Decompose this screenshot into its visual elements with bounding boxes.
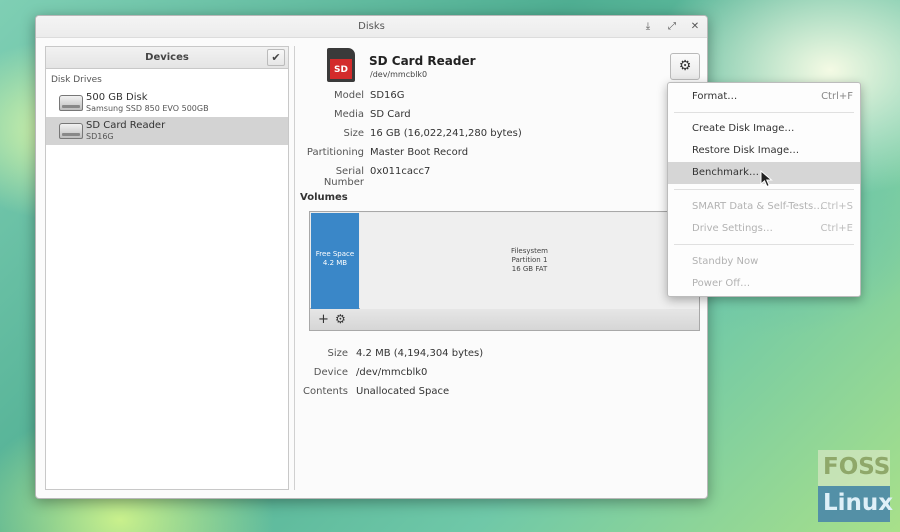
- menu-item-label: Format…: [692, 91, 738, 102]
- check-icon[interactable]: ✔: [267, 49, 285, 66]
- watermark-line2: Linux: [818, 486, 893, 522]
- drive-name: SD Card Reader: [86, 120, 166, 131]
- download-icon[interactable]: ⤓: [640, 16, 656, 38]
- volumes-title: Volumes: [300, 192, 348, 203]
- partition-segment[interactable]: Filesystem Partition 1 16 GB FAT: [360, 213, 699, 309]
- property-value: 4.2 MB (4,194,304 bytes): [356, 348, 484, 359]
- gear-icon: ⚙: [678, 58, 692, 74]
- property-row: Partitioning Master Boot Record: [298, 147, 598, 166]
- partition-size: 16 GB FAT: [511, 265, 548, 273]
- menu-item-smart-data: SMART Data & Self-Tests… Ctrl+S: [668, 196, 860, 218]
- property-label: Size: [327, 348, 348, 359]
- menu-item-restore-disk-image[interactable]: Restore Disk Image…: [668, 140, 860, 162]
- free-space-segment[interactable]: Free Space 4.2 MB: [311, 213, 359, 309]
- maximize-icon[interactable]: ⤢: [664, 16, 680, 38]
- disk-drives-section-label: Disk Drives: [51, 75, 102, 85]
- volume-properties: Size 4.2 MB (4,194,304 bytes) Device /de…: [298, 348, 598, 405]
- property-label: Media: [333, 109, 364, 120]
- drive-subtitle: SD16G: [86, 132, 114, 141]
- disks-window: Disks ⤓ ⤢ ✕ Devices ✔ Disk Drives 500 GB…: [35, 15, 708, 499]
- watermark-line1: FOSS: [818, 450, 890, 486]
- menu-item-standby-now: Standby Now: [668, 251, 860, 273]
- menu-item-label: Drive Settings…: [692, 223, 773, 234]
- property-value: 0x011cacc7: [370, 166, 431, 177]
- property-value: Master Boot Record: [370, 147, 469, 158]
- sd-card-icon: SD: [327, 48, 355, 82]
- property-row: Size 16 GB (16,022,241,280 bytes): [298, 128, 598, 147]
- sd-card-icon-label: SD: [330, 59, 352, 79]
- property-row: Model SD16G: [298, 90, 598, 109]
- menu-separator: [674, 189, 854, 190]
- menu-item-label: SMART Data & Self-Tests…: [692, 201, 824, 212]
- menu-item-label: Benchmark…: [692, 167, 759, 178]
- menu-item-power-off: Power Off…: [668, 273, 860, 295]
- menu-item-label: Power Off…: [692, 278, 751, 289]
- property-value: SD16G: [370, 90, 405, 101]
- menu-separator: [674, 112, 854, 113]
- property-label: Model: [333, 90, 364, 101]
- volumes-toolbar: + ⚙: [309, 309, 700, 331]
- property-row: Media SD Card: [298, 109, 598, 128]
- devices-sidebar: Devices ✔ Disk Drives 500 GB Disk Samsun…: [45, 46, 289, 490]
- property-row: Contents Unallocated Space: [298, 386, 598, 405]
- drive-subtitle: Samsung SSD 850 EVO 500GB: [86, 104, 209, 113]
- drive-name: 500 GB Disk: [86, 92, 148, 103]
- partition-type: Filesystem: [510, 247, 549, 255]
- property-value: Unallocated Space: [356, 386, 450, 397]
- disk-properties: Model SD16G Media SD Card Size 16 GB (16…: [298, 90, 598, 188]
- property-label: Contents: [303, 386, 348, 397]
- drive-options-button[interactable]: ⚙: [670, 53, 700, 80]
- mouse-pointer-icon: [760, 170, 773, 188]
- menu-item-drive-settings: Drive Settings… Ctrl+E: [668, 218, 860, 240]
- partition-name: Partition 1: [511, 256, 548, 264]
- property-label: Size: [343, 128, 364, 139]
- property-value: /dev/mmcblk0: [356, 367, 428, 378]
- property-value: SD Card: [370, 109, 411, 120]
- menu-separator: [674, 244, 854, 245]
- menu-item-create-disk-image[interactable]: Create Disk Image…: [668, 118, 860, 140]
- disk-title: SD Card Reader: [369, 54, 476, 68]
- property-row: Size 4.2 MB (4,194,304 bytes): [298, 348, 598, 367]
- fosslinux-watermark-logo: FOSS Linux: [818, 450, 893, 522]
- menu-item-label: Restore Disk Image…: [692, 145, 800, 156]
- devices-header-label: Devices: [145, 52, 189, 63]
- close-icon[interactable]: ✕: [687, 16, 703, 38]
- window-titlebar[interactable]: Disks ⤓ ⤢ ✕: [36, 16, 707, 38]
- menu-item-accelerator: Ctrl+E: [820, 223, 854, 234]
- menu-item-label: Create Disk Image…: [692, 123, 795, 134]
- menu-item-label: Standby Now: [692, 256, 759, 267]
- disk-details-pane: SD SD Card Reader /dev/mmcblk0 ⚙ Model S…: [298, 38, 707, 498]
- menu-item-accelerator: Ctrl+S: [820, 201, 853, 212]
- drive-item-500gb[interactable]: 500 GB Disk Samsung SSD 850 EVO 500GB: [46, 89, 288, 117]
- add-partition-icon[interactable]: +: [318, 311, 329, 328]
- disk-device-path: /dev/mmcblk0: [370, 70, 428, 79]
- free-space-label: Free Space: [315, 250, 355, 258]
- devices-header: Devices ✔: [46, 47, 288, 69]
- free-space-size: 4.2 MB: [322, 259, 348, 267]
- property-label: Serial Number: [323, 166, 364, 188]
- volumes-map: Free Space 4.2 MB Filesystem Partition 1…: [309, 211, 700, 309]
- property-label: Device: [313, 367, 348, 378]
- property-row: Device /dev/mmcblk0: [298, 367, 598, 386]
- drive-item-sd-card-reader[interactable]: SD Card Reader SD16G: [46, 117, 288, 145]
- menu-item-accelerator: Ctrl+F: [821, 91, 853, 102]
- menu-item-format[interactable]: Format… Ctrl+F: [668, 86, 860, 108]
- partition-settings-icon[interactable]: ⚙: [335, 311, 346, 328]
- harddisk-icon: [59, 95, 83, 111]
- harddisk-icon: [59, 123, 83, 139]
- drive-options-menu: Format… Ctrl+F Create Disk Image… Restor…: [667, 82, 861, 297]
- property-value: 16 GB (16,022,241,280 bytes): [370, 128, 522, 139]
- property-row: Serial Number 0x011cacc7: [298, 166, 598, 188]
- window-title: Disks: [358, 21, 385, 32]
- property-label: Partitioning: [306, 147, 364, 158]
